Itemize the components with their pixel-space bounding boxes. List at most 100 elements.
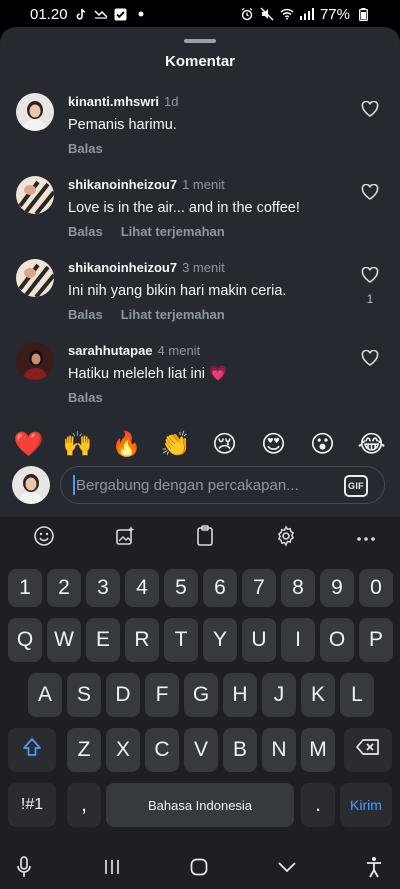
key-r[interactable]: R [125,618,159,662]
comment-input[interactable] [76,476,336,494]
reply-button[interactable]: Balas [68,307,103,322]
image-sparkle-icon [114,525,136,552]
recent-apps-button[interactable] [100,857,124,881]
shift-arrow-icon [22,737,42,763]
comment-time: 3 menit [182,260,225,275]
key-p[interactable]: P [359,618,393,662]
see-translation-button[interactable]: Lihat terjemahan [121,224,225,239]
hide-keyboard-button[interactable] [275,857,299,881]
avatar[interactable] [16,176,54,214]
keyboard-settings-button[interactable] [272,524,300,552]
missed-call-icon [94,7,108,21]
key-1[interactable]: 1 [8,569,42,607]
key-i[interactable]: I [281,618,315,662]
key-g[interactable]: G [184,673,218,717]
emoji-surprised-face[interactable]: 😮 [303,428,343,462]
key-y[interactable]: Y [203,618,237,662]
emoji-fire[interactable]: 🔥 [107,428,147,462]
reply-button[interactable]: Balas [68,141,103,156]
key-l[interactable]: L [340,673,374,717]
key-f[interactable]: F [145,673,179,717]
key-z[interactable]: Z [67,728,101,772]
key-d[interactable]: D [106,673,140,717]
key-e[interactable]: E [86,618,120,662]
key-j[interactable]: J [262,673,296,717]
emoji-heart-eyes[interactable]: 😍 [254,428,294,462]
key-6[interactable]: 6 [203,569,237,607]
space-key[interactable]: Bahasa Indonesia [106,783,294,827]
key-q[interactable]: Q [8,618,42,662]
ai-tools-button[interactable] [111,524,139,552]
key-x[interactable]: X [106,728,140,772]
key-5[interactable]: 5 [164,569,198,607]
key-0[interactable]: 0 [359,569,393,607]
like-button[interactable] [360,183,380,220]
accessibility-button[interactable] [362,856,386,881]
sheet-title: Komentar [164,53,235,70]
comment-item: shikanoinheizou7 1 menit Love is in the a… [0,176,400,256]
comma-key[interactable]: , [67,783,101,827]
emoji-keyboard-button[interactable] [30,524,58,552]
key-a[interactable]: A [28,673,62,717]
key-h[interactable]: H [223,673,257,717]
comment-item: kinanti.mhswri 1d Pemanis harimu. Balas [0,93,400,173]
mute-icon [260,7,274,21]
emoji-raising-hands[interactable]: 🙌 [58,428,98,462]
comments-sheet: Komentar kinanti.mhswri 1d Pemanis harimu… [0,27,400,517]
clipboard-icon [195,524,215,552]
see-translation-button[interactable]: Lihat terjemahan [121,307,225,322]
send-key[interactable]: Kirim [340,783,392,827]
comment-item: shikanoinheizou7 3 menit Ini nih yang bik… [0,259,400,339]
key-9[interactable]: 9 [320,569,354,607]
emoji-red-heart[interactable]: ❤️ [9,428,49,462]
key-c[interactable]: C [145,728,179,772]
like-button[interactable]: 1 [360,266,380,306]
comment-username[interactable]: shikanoinheizou7 [68,177,177,192]
more-options-button[interactable] [352,524,380,552]
heart-icon [361,349,379,371]
key-t[interactable]: T [164,618,198,662]
avatar[interactable] [16,259,54,297]
comment-compose-row: GIF [0,465,400,505]
key-w[interactable]: W [47,618,81,662]
comment-username[interactable]: sarahhutapae [68,343,153,358]
reply-button[interactable]: Balas [68,224,103,239]
like-button[interactable] [360,100,380,137]
shift-key[interactable] [8,728,56,772]
key-2[interactable]: 2 [47,569,81,607]
gif-button[interactable]: GIF [344,475,368,497]
key-3[interactable]: 3 [86,569,120,607]
key-s[interactable]: S [67,673,101,717]
wifi-icon [280,7,294,21]
keyboard: 1 2 3 4 5 6 7 8 9 0 Q W E R T Y U I O P … [0,559,400,849]
key-n[interactable]: N [262,728,296,772]
key-u[interactable]: U [242,618,276,662]
key-b[interactable]: B [223,728,257,772]
comment-input-box[interactable]: GIF [60,466,385,504]
emoji-crying-face[interactable]: 😢 [205,428,245,462]
backspace-key[interactable] [344,728,392,772]
reply-button[interactable]: Balas [68,390,103,405]
heart-icon [361,183,379,205]
emoji-clapping-hands[interactable]: 👏 [156,428,196,462]
clipboard-button[interactable] [191,524,219,552]
key-8[interactable]: 8 [281,569,315,607]
avatar[interactable] [16,342,54,380]
symbols-key[interactable]: !#1 [8,783,56,827]
key-k[interactable]: K [301,673,335,717]
emoji-tears-of-joy[interactable]: 😂 [352,428,392,462]
comment-text: Love is in the air... and in the coffee! [68,200,300,216]
voice-input-button[interactable] [12,855,36,881]
home-button[interactable] [187,857,211,881]
like-button[interactable] [360,349,380,386]
avatar[interactable] [16,93,54,131]
key-v[interactable]: V [184,728,218,772]
key-4[interactable]: 4 [125,569,159,607]
key-o[interactable]: O [320,618,354,662]
comment-username[interactable]: kinanti.mhswri [68,94,159,109]
sheet-drag-handle[interactable] [184,39,216,43]
period-key[interactable]: . [301,783,335,827]
key-7[interactable]: 7 [242,569,276,607]
key-m[interactable]: M [301,728,335,772]
comment-username[interactable]: shikanoinheizou7 [68,260,177,275]
